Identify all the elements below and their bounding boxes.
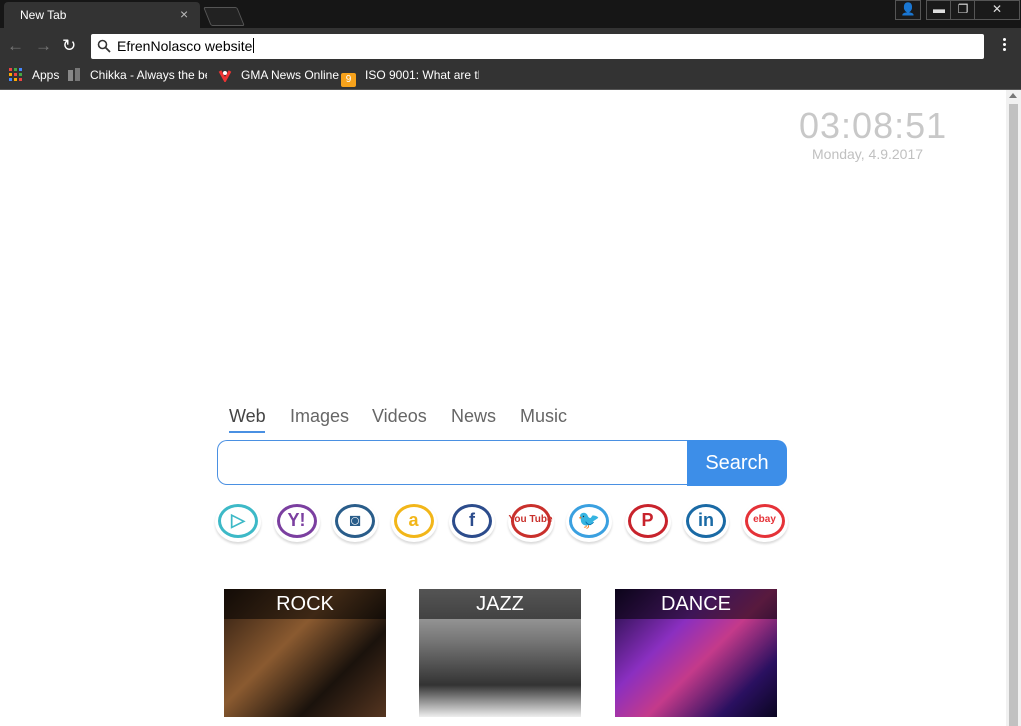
tile-rock[interactable]: ROCK [224, 589, 386, 717]
tile-dance[interactable]: DANCE [615, 589, 777, 717]
menu-dots-icon[interactable] [1000, 38, 1008, 56]
new-tab-page: 03:08:51 Monday, 4.9.2017 Web Images Vid… [0, 90, 1006, 726]
bookmark-label: Apps [32, 68, 60, 82]
tile-label: DANCE [660, 593, 731, 615]
tab-web[interactable]: Web [229, 406, 266, 427]
back-arrow-icon[interactable]: ← [7, 36, 24, 56]
address-bar[interactable]: EfrenNolasco website [91, 34, 984, 59]
close-window-button[interactable]: ✕ [974, 0, 1020, 20]
tile-jazz[interactable]: JAZZ [419, 589, 581, 717]
browser-tab[interactable]: New Tab × [4, 2, 200, 28]
search-button[interactable]: Search [687, 440, 787, 486]
ebay-icon[interactable]: ebay [741, 502, 788, 542]
icon-glyph: ◙ [349, 510, 361, 530]
forward-arrow-icon[interactable]: → [35, 36, 52, 56]
icon-glyph: ▷ [231, 510, 245, 530]
tile-label: JAZZ [476, 593, 524, 615]
amazon-icon[interactable]: a [390, 502, 437, 542]
apps-grid-icon [9, 68, 22, 81]
bookmark-gma[interactable]: GMA News Online [218, 68, 339, 82]
bookmark-label: Chikka - Always the best [90, 68, 207, 82]
facebook-icon[interactable]: f [449, 502, 495, 542]
dailymotion-icon[interactable]: ▷ [215, 502, 261, 542]
gma-icon [218, 70, 232, 82]
icon-glyph: a [408, 510, 419, 530]
tab-title: New Tab [20, 8, 67, 22]
bookmark-label: ISO 9001: What are the [365, 68, 479, 82]
restore-button[interactable]: ❐ [950, 0, 976, 20]
bookmark-iso[interactable]: 9 ISO 9001: What are the [341, 68, 479, 87]
instagram-icon[interactable]: ◙ [332, 502, 378, 542]
bookmark-apps[interactable]: Apps [9, 68, 59, 82]
clock-date: Monday, 4.9.2017 [812, 146, 924, 162]
search-icon [97, 39, 111, 53]
new-tab-button[interactable] [203, 7, 245, 26]
chikka-icon [68, 68, 80, 81]
icon-glyph: f [469, 510, 475, 530]
twitter-icon[interactable]: 🐦 [566, 502, 612, 542]
active-tab-underline [229, 431, 265, 433]
icon-glyph: ebay [753, 514, 776, 525]
tab-videos[interactable]: Videos [372, 406, 427, 427]
search-input[interactable] [217, 440, 687, 485]
page-scrollbar[interactable] [1006, 90, 1021, 726]
pinterest-icon[interactable]: P [624, 502, 671, 542]
icon-glyph: You Tube [508, 514, 553, 525]
tab-news[interactable]: News [451, 406, 496, 427]
address-bar-text[interactable]: EfrenNolasco website [117, 38, 254, 54]
yahoo-icon[interactable]: Y! [273, 502, 320, 542]
youtube-icon[interactable]: You Tube [507, 502, 554, 542]
scroll-up-arrow-icon[interactable] [1009, 93, 1017, 98]
tab-strip: New Tab × 👤 ▬ ❐ ✕ [0, 0, 1021, 28]
icon-glyph: in [698, 510, 714, 530]
iso-icon: 9 [341, 73, 356, 87]
tab-music[interactable]: Music [520, 406, 567, 427]
tab-images[interactable]: Images [290, 406, 349, 427]
icon-glyph: P [641, 510, 654, 530]
scroll-thumb[interactable] [1009, 104, 1018, 726]
linkedin-icon[interactable]: in [683, 502, 729, 542]
bookmark-chikka[interactable]: Chikka - Always the best [67, 68, 207, 82]
iso-badge: 9 [345, 74, 352, 85]
reload-icon[interactable]: ↻ [62, 36, 76, 56]
profile-icon[interactable]: 👤 [895, 0, 921, 20]
bookmark-label: GMA News Online [241, 68, 340, 82]
clock-time: 03:08:51 [799, 105, 948, 146]
icon-glyph: 🐦 [577, 510, 601, 530]
tab-close-icon[interactable]: × [180, 6, 188, 22]
tile-label: ROCK [276, 593, 334, 615]
bookmarks-bar: Apps Chikka - Always the best GMA News O… [0, 64, 1021, 90]
minimize-button[interactable]: ▬ [926, 0, 952, 20]
icon-glyph: Y! [287, 510, 306, 530]
